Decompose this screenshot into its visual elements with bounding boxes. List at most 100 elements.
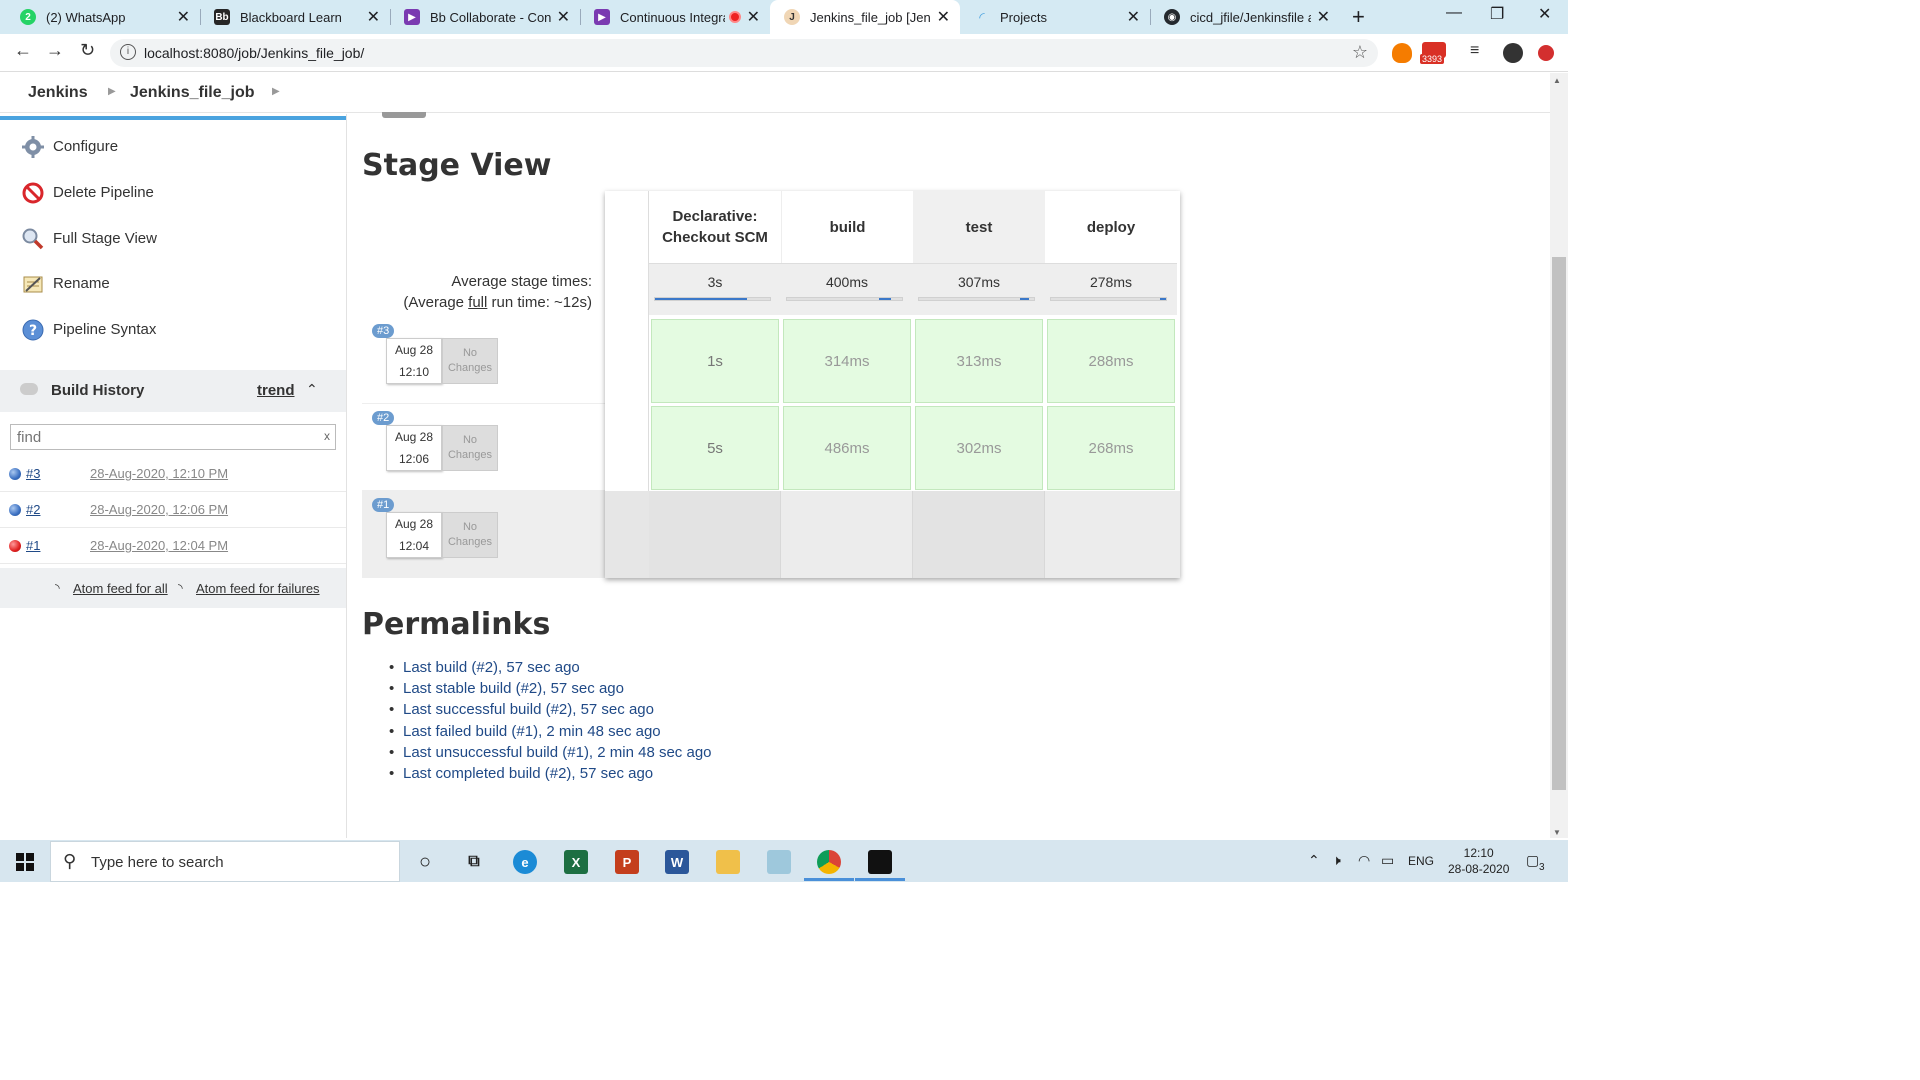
build-number-link[interactable]: #2: [26, 502, 40, 517]
permalink-last-stable[interactable]: Last stable build (#2), 57 sec ago: [389, 678, 712, 699]
update-icon[interactable]: [1538, 45, 1554, 61]
permalink-last-failed[interactable]: Last failed build (#1), 2 min 48 sec ago: [389, 721, 712, 742]
scroll-down-icon[interactable]: ▼: [1553, 828, 1561, 837]
scroll-up-icon[interactable]: ▲: [1553, 76, 1561, 85]
build-date-link[interactable]: 28-Aug-2020, 12:10 PM: [90, 466, 228, 481]
clock[interactable]: 12:10 28-08-2020: [1448, 845, 1509, 877]
cortana-icon[interactable]: ○: [413, 850, 437, 874]
forward-icon[interactable]: →: [46, 40, 64, 61]
task-pipeline-syntax[interactable]: ? Pipeline Syntax: [20, 317, 156, 342]
atom-feed-failures-link[interactable]: Atom feed for failures: [196, 581, 320, 596]
full-run-time-link[interactable]: full: [468, 294, 487, 311]
tab-blackboard[interactable]: Bb Blackboard Learn ✕: [200, 0, 390, 34]
close-icon[interactable]: ✕: [937, 7, 950, 27]
permalink-last-successful[interactable]: Last successful build (#2), 57 sec ago: [389, 699, 712, 720]
close-icon[interactable]: ✕: [177, 7, 190, 27]
chevron-right-icon[interactable]: ▶: [272, 86, 280, 97]
chrome-icon[interactable]: [817, 850, 841, 874]
build-search-field[interactable]: x: [10, 424, 336, 450]
breadcrumb-jenkins[interactable]: Jenkins: [28, 84, 88, 102]
tab-github[interactable]: ◉ cicd_jfile/Jenkinsfile at ✕: [1150, 0, 1340, 34]
build-badge[interactable]: #2: [372, 411, 395, 425]
bookmark-star-icon[interactable]: ☆: [1352, 42, 1368, 63]
clear-search-icon[interactable]: x: [324, 429, 330, 443]
edge-icon[interactable]: e: [513, 850, 537, 874]
build-search-input[interactable]: [11, 425, 301, 449]
close-icon[interactable]: ✕: [367, 7, 380, 27]
build-number-link[interactable]: #3: [26, 466, 40, 481]
chevron-right-icon[interactable]: ▶: [108, 86, 116, 97]
task-delete-pipeline[interactable]: Delete Pipeline: [20, 180, 154, 205]
tab-continuous-integration[interactable]: ▶ Continuous Integra ✕: [580, 0, 770, 34]
tab-collaborate[interactable]: ▶ Bb Collaborate - Conti ✕: [390, 0, 580, 34]
atom-feed-all-link[interactable]: Atom feed for all: [73, 581, 168, 596]
tab-jenkins[interactable]: J Jenkins_file_job [Jenkin ✕: [770, 0, 960, 34]
close-icon[interactable]: ✕: [1127, 7, 1140, 27]
stage-cell[interactable]: 302ms: [915, 406, 1043, 490]
speaker-icon[interactable]: 🕨: [1332, 852, 1341, 869]
changes-box[interactable]: No Changes: [442, 512, 498, 558]
stage-cell[interactable]: 313ms: [915, 319, 1043, 403]
permalink-last-unsuccessful[interactable]: Last unsuccessful build (#1), 2 min 48 s…: [389, 742, 712, 763]
chevron-up-icon[interactable]: ⌃: [1308, 852, 1320, 869]
task-full-stage-view[interactable]: Full Stage View: [20, 226, 157, 251]
stage-cell[interactable]: 288ms: [1047, 319, 1175, 403]
changes-box[interactable]: No Changes: [442, 425, 498, 471]
close-icon[interactable]: ✕: [557, 7, 570, 27]
app-icon[interactable]: [767, 850, 791, 874]
taskbar-search[interactable]: ⚲ Type here to search: [50, 841, 400, 882]
permalink-last-build[interactable]: Last build (#2), 57 sec ago: [389, 657, 712, 678]
windows-start-icon[interactable]: [16, 853, 34, 871]
battery-icon[interactable]: ▭: [1381, 852, 1394, 869]
scrollbar-thumb[interactable]: [1552, 257, 1566, 790]
stage-cell[interactable]: 1s: [651, 319, 779, 403]
stage-cell[interactable]: 486ms: [783, 406, 911, 490]
build-number-link[interactable]: #1: [26, 538, 40, 553]
minimize-icon[interactable]: —: [1446, 4, 1462, 22]
close-window-icon[interactable]: ✕: [1538, 4, 1551, 24]
terminal-icon[interactable]: [868, 850, 892, 874]
info-icon[interactable]: i: [120, 44, 136, 60]
breadcrumb-job[interactable]: Jenkins_file_job: [130, 84, 255, 102]
task-label[interactable]: Full Stage View: [53, 230, 157, 247]
reload-icon[interactable]: ↻: [80, 40, 95, 61]
avatar[interactable]: [1503, 43, 1523, 63]
task-view-icon[interactable]: ⧉: [462, 850, 486, 874]
build-badge[interactable]: #3: [372, 324, 395, 338]
stage-cell[interactable]: 268ms: [1047, 406, 1175, 490]
build-date-link[interactable]: 28-Aug-2020, 12:06 PM: [90, 502, 228, 517]
build-date-link[interactable]: 28-Aug-2020, 12:04 PM: [90, 538, 228, 553]
fire-extension-icon[interactable]: [1392, 43, 1412, 63]
permalink-last-completed[interactable]: Last completed build (#2), 57 sec ago: [389, 763, 712, 784]
task-label[interactable]: Configure: [53, 138, 118, 155]
changes-box[interactable]: No Changes: [442, 338, 498, 384]
stage-cell[interactable]: 5s: [651, 406, 779, 490]
file-explorer-icon[interactable]: [716, 850, 740, 874]
language-indicator[interactable]: ENG: [1408, 854, 1434, 868]
trend-link[interactable]: trend: [257, 382, 295, 399]
powerpoint-icon[interactable]: P: [615, 850, 639, 874]
close-icon[interactable]: ✕: [747, 7, 760, 27]
task-label[interactable]: Delete Pipeline: [53, 184, 154, 201]
address-bar[interactable]: i localhost:8080/job/Jenkins_file_job/ ☆: [110, 39, 1378, 67]
word-icon[interactable]: W: [665, 850, 689, 874]
tab-projects[interactable]: ◜ Projects ✕: [960, 0, 1150, 34]
stage-average-fill: [1020, 298, 1030, 300]
notification-icon[interactable]: ▢: [1526, 852, 1539, 869]
task-label[interactable]: Pipeline Syntax: [53, 321, 156, 338]
task-rename[interactable]: Rename: [20, 271, 110, 296]
restore-icon[interactable]: ❐: [1490, 4, 1504, 24]
task-configure[interactable]: Configure: [20, 134, 118, 159]
media-control-icon[interactable]: ≡: [1470, 42, 1479, 60]
excel-icon[interactable]: X: [564, 850, 588, 874]
chevron-up-icon[interactable]: ⌃: [306, 381, 318, 398]
new-tab-button[interactable]: +: [1352, 4, 1365, 30]
tab-whatsapp[interactable]: 2 (2) WhatsApp ✕: [6, 0, 200, 34]
close-icon[interactable]: ✕: [1317, 7, 1330, 27]
back-icon[interactable]: ←: [14, 40, 32, 61]
wifi-icon[interactable]: ◠: [1358, 852, 1370, 869]
task-label[interactable]: Rename: [53, 275, 110, 292]
stage-cell[interactable]: 314ms: [783, 319, 911, 403]
url-text[interactable]: localhost:8080/job/Jenkins_file_job/: [144, 45, 364, 61]
build-badge[interactable]: #1: [372, 498, 395, 512]
